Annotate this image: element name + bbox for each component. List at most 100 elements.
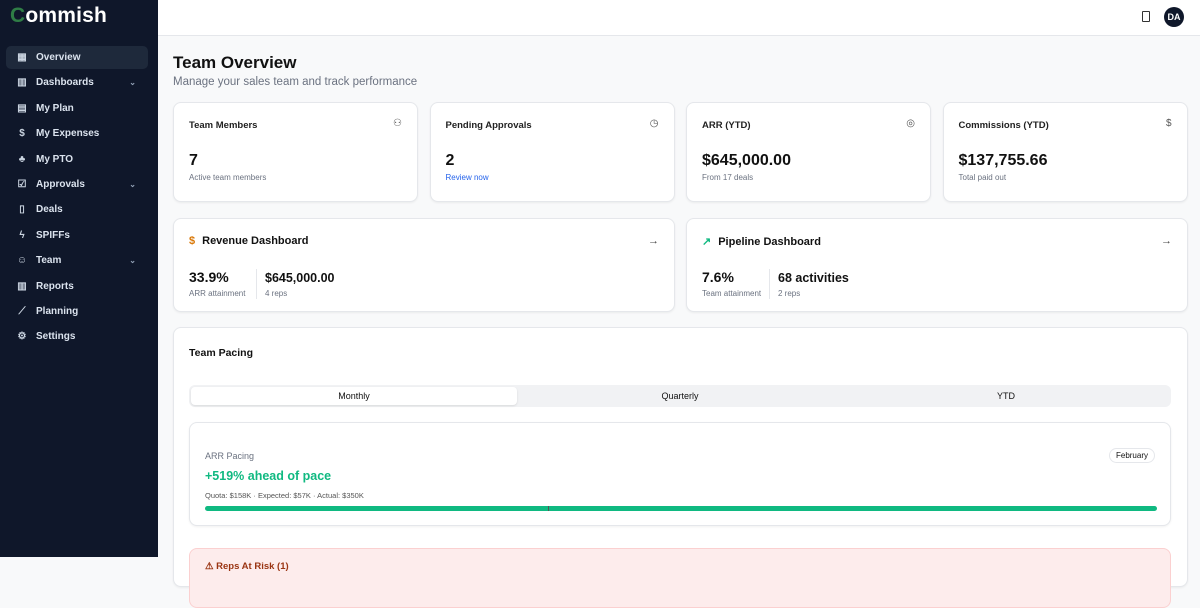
bar-chart-icon: ▥ [17, 77, 27, 89]
sidebar-item-label: Overview [36, 52, 81, 63]
sidebar-item-label: Reports [36, 280, 74, 292]
users-icon: ☺ [16, 255, 28, 267]
pacing-tabs: Monthly Quarterly YTD [189, 385, 1171, 407]
pace-headline: +519% ahead of pace [205, 469, 332, 483]
review-now-link[interactable]: Review now [446, 173, 489, 182]
team-pacing-title: Team Pacing [189, 347, 253, 359]
avatar[interactable]: DA [1164, 7, 1184, 27]
sidebar-item-label: Planning [36, 305, 79, 317]
sidebar-item-label: Approvals [36, 178, 85, 190]
sidebar-nav: ▦ Overview ▥ Dashboards ⌄ ▤ My Plan $ My Expense… [6, 46, 148, 351]
stat-subtext: Total paid out [958, 173, 1007, 182]
grid-icon: ▦ [17, 52, 27, 63]
metric-primary: 33.9% [189, 269, 229, 285]
sidebar-item-deals[interactable]: ▯ Deals [6, 198, 148, 221]
month-badge: February [1108, 448, 1155, 463]
metric-secondary-label: 4 reps [265, 289, 288, 298]
tab-monthly[interactable]: Monthly [191, 387, 517, 405]
dollar-icon: $ [189, 235, 196, 247]
sidebar-item-dashboards[interactable]: ▥ Dashboards ⌄ [6, 71, 148, 94]
stat-subtext: From 17 deals [702, 173, 754, 182]
stat-card-pending-approvals: Pending Approvals ◷ 2 Review now [429, 102, 675, 202]
users-icon: ⚇ [393, 118, 402, 129]
page-subtitle: Manage your sales team and track perform… [173, 76, 418, 88]
chevron-down-icon[interactable]: ⌄ [129, 78, 136, 87]
receipt-dollar-icon: $ [19, 128, 25, 140]
trending-up-icon: ↗ [702, 236, 712, 248]
sidebar-item-label: My Expenses [36, 128, 100, 140]
divider [256, 269, 257, 299]
tab-quarterly[interactable]: Quarterly [517, 387, 843, 405]
line-chart-icon: ⟋ [18, 305, 26, 317]
arrow-right-icon[interactable]: → [648, 235, 659, 247]
metric-primary: 7.6% [702, 269, 734, 285]
revenue-dashboard-card[interactable]: $ Revenue Dashboard → 33.9% ARR attainment … [173, 218, 675, 312]
sidebar-item-my-plan[interactable]: ▤ My Plan [6, 97, 148, 120]
chevron-down-icon[interactable]: ⌄ [129, 180, 136, 189]
sidebar-item-approvals[interactable]: ☑ Approvals ⌄ [6, 173, 148, 196]
logo[interactable]: Commish [10, 4, 107, 28]
target-icon: ◎ [906, 118, 915, 129]
sidebar-item-team[interactable]: ☺ Team ⌄ [6, 249, 148, 272]
pace-progress-bar [205, 506, 1157, 511]
sidebar: Commish ▦ Overview ▥ Dashboards ⌄ ▤ My Plan $ My… [0, 0, 158, 557]
stat-value: 7 [189, 152, 198, 169]
calculator-icon: ▤ [17, 102, 27, 114]
sidebar-item-my-pto[interactable]: ♣ My PTO [6, 148, 148, 171]
dashboard-title: Pipeline Dashboard [718, 235, 821, 248]
metric-secondary-label: 2 reps [778, 289, 801, 298]
dashboard-title: Revenue Dashboard [202, 235, 309, 247]
file-icon: ▯ [19, 204, 25, 216]
bar-chart-icon: ▥ [17, 280, 27, 292]
stat-title: ARR (YTD) [702, 120, 751, 131]
pace-detail: Quota: $158K · Expected: $57K · Actual: … [205, 491, 364, 500]
arrow-right-icon[interactable]: → [1161, 235, 1172, 247]
sidebar-item-label: Settings [36, 331, 76, 343]
stat-card-team-members: Team Members ⚇ 7 Active team members [173, 102, 418, 202]
sidebar-item-spiffs[interactable]: ϟ SPIFFs [6, 224, 148, 247]
clock-icon: ◷ [649, 118, 659, 129]
stat-value: 2 [445, 152, 455, 169]
chevron-down-icon[interactable]: ⌄ [129, 256, 136, 265]
sidebar-item-overview[interactable]: ▦ Overview [6, 46, 148, 69]
arr-pacing-label: ARR Pacing [205, 451, 255, 461]
dollar-icon: $ [1165, 118, 1172, 129]
metric-primary-label: ARR attainment [189, 289, 246, 298]
palm-tree-icon: ♣ [18, 153, 26, 165]
stat-title: Commissions (YTD) [958, 120, 1049, 131]
sidebar-item-reports[interactable]: ▥ Reports [6, 275, 148, 298]
sidebar-item-label: My Plan [36, 102, 74, 114]
pipeline-dashboard-card[interactable]: ↗ Pipeline Dashboard → 7.6% Team attainment… [686, 218, 1188, 312]
page-title: Team Overview [173, 53, 297, 72]
check-square-icon: ☑ [17, 178, 27, 190]
sidebar-item-label: Team [36, 255, 62, 267]
gear-icon: ⚙ [17, 331, 27, 343]
document-icon[interactable] [1142, 11, 1150, 22]
sidebar-item-label: Dashboards [36, 77, 94, 89]
topbar: DA [158, 0, 1200, 36]
arr-pacing-card: ARR Pacing February +519% ahead of pace … [189, 422, 1171, 526]
stat-value: $137,755.66 [958, 152, 1048, 169]
stat-card-arr-ytd-: ARR (YTD) ◎ $645,000.00 From 17 deals [686, 102, 931, 202]
stat-title: Pending Approvals [445, 120, 532, 131]
stat-subtext: Active team members [189, 173, 267, 182]
team-pacing-card: Team Pacing Monthly Quarterly YTD ARR Paci… [173, 327, 1188, 608]
reps-at-risk-card: ⚠ Reps At Risk (1) [189, 548, 1171, 608]
metric-secondary: $645,000.00 [265, 271, 335, 285]
sidebar-item-planning[interactable]: ⟋ Planning [6, 300, 148, 323]
metric-primary-label: Team attainment [702, 289, 762, 298]
stat-value: $645,000.00 [702, 152, 791, 169]
reps-at-risk-title: ⚠ Reps At Risk (1) [205, 561, 289, 572]
divider [769, 269, 770, 299]
sidebar-item-my-expenses[interactable]: $ My Expenses [6, 122, 148, 145]
stat-card-commissions-ytd-: Commissions (YTD) $ $137,755.66 Total paid … [942, 102, 1188, 202]
metric-secondary: 68 activities [778, 271, 849, 285]
expected-marker [547, 506, 549, 511]
sidebar-item-label: SPIFFs [36, 229, 70, 241]
main-content: Team Overview Manage your sales team and… [173, 36, 1188, 608]
sidebar-item-label: My PTO [36, 153, 74, 165]
sidebar-item-label: Deals [36, 204, 63, 216]
zap-icon: ϟ [19, 229, 25, 241]
sidebar-item-settings[interactable]: ⚙ Settings [6, 325, 148, 348]
tab-ytd[interactable]: YTD [843, 387, 1169, 405]
